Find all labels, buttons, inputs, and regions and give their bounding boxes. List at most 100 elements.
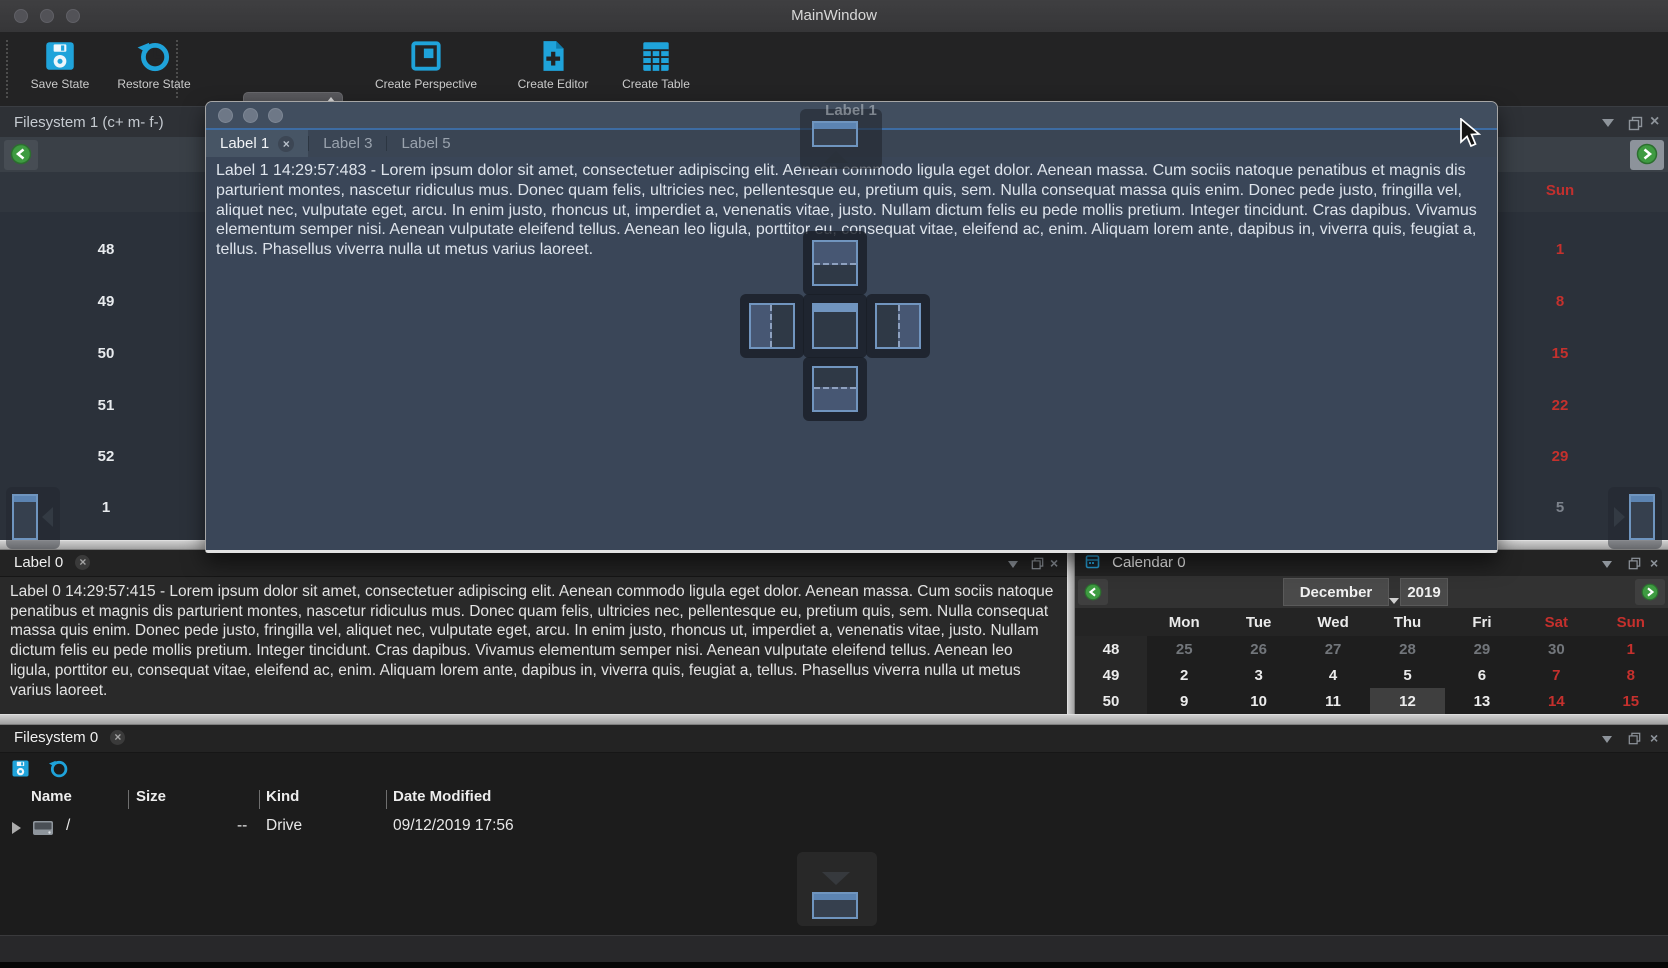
create-editor-button[interactable]: Create Editor [504,36,602,91]
calendar-day-cell[interactable]: 22 [1528,397,1592,414]
undock-button[interactable] [1628,557,1641,575]
calendar-day-cell[interactable]: 9 [1147,688,1221,714]
tab-label5[interactable]: Label 5 [387,130,464,157]
create-table-button[interactable]: Create Table [608,36,704,91]
create-perspective-button[interactable]: Create Perspective [358,36,494,91]
drop-indicator-center[interactable] [803,294,867,358]
tab-label1-text: Label 1 [220,135,269,152]
calendar-day-cell[interactable]: 3 [1221,662,1295,688]
window-titlebar[interactable]: MainWindow [0,0,1668,33]
column-kind[interactable]: Kind [266,788,299,805]
month-dropdown[interactable]: December [1283,578,1389,606]
calendar-day-cell[interactable]: 29 [1445,636,1519,662]
arrow-up-icon [824,151,848,163]
vertical-splitter[interactable] [1067,550,1075,714]
calendar-day-cell[interactable]: 7 [1519,662,1593,688]
restore-state-button[interactable]: Restore State [106,36,202,91]
tab-list-dropdown-button[interactable] [1602,119,1614,127]
dock-center-icon [812,303,858,349]
fs-save-button[interactable] [10,758,31,784]
tab-calendar0[interactable]: Calendar 0 [1075,550,1192,576]
label0-tabbar: Label 0 × × [0,550,1067,577]
horizontal-splitter[interactable] [0,714,1668,725]
day-header-corner [1075,608,1147,636]
maximize-window-button[interactable] [268,108,283,123]
tab-calendar0-text: Calendar 0 [1112,554,1185,571]
calendar-day-cell[interactable]: 5 [1528,499,1592,516]
column-size[interactable]: Size [136,788,166,805]
toolbar-handle[interactable] [6,40,8,98]
close-tab-button[interactable]: × [75,555,90,570]
close-panel-button[interactable]: × [1050,555,1058,571]
calendar-day-cell[interactable]: 2 [1147,662,1221,688]
undock-button[interactable] [1628,732,1641,750]
day-header-sun: Sun [1594,608,1668,636]
undock-button[interactable] [1628,116,1643,136]
calendar-day-cell[interactable]: 28 [1370,636,1444,662]
calendar-day-cell[interactable]: 30 [1519,636,1593,662]
prev-month-button[interactable] [4,140,38,170]
arrow-right-icon [1614,507,1625,527]
close-tab-button[interactable]: × [110,730,125,745]
calendar-day-cell[interactable]: 26 [1221,636,1295,662]
column-name[interactable]: Name [31,788,72,805]
filesystem0-tabbar: Filesystem 0 × × [0,725,1668,753]
arrow-left-icon [10,143,32,165]
calendar-day-cell[interactable]: 1 [1594,636,1668,662]
prev-month-button[interactable] [1078,579,1108,605]
close-window-button[interactable] [218,108,233,123]
calendar-day-cell[interactable]: 4 [1296,662,1370,688]
save-state-button[interactable]: Save State [18,36,102,91]
calendar-day-cell[interactable]: 15 [1594,688,1668,714]
next-month-button[interactable] [1630,140,1664,170]
calendar-day-cell[interactable]: 8 [1594,662,1668,688]
calendar-day-cell[interactable]: 10 [1221,688,1295,714]
calendar-day-cell[interactable]: 13 [1445,688,1519,714]
minimize-window-button[interactable] [243,108,258,123]
drive-icon [32,818,54,838]
tab-label0[interactable]: Label 0 × [0,550,96,576]
undock-icon [1628,116,1643,131]
day-header-tue: Tue [1221,608,1295,636]
tab-label3[interactable]: Label 3 [309,130,386,157]
close-panel-button[interactable]: × [1650,555,1658,571]
save-icon [10,758,31,779]
tab-list-dropdown-button[interactable] [1602,561,1612,568]
calendar-day-cell[interactable]: 5 [1370,662,1444,688]
disclosure-triangle-icon[interactable] [12,822,21,834]
next-month-button[interactable] [1635,579,1665,605]
dock-title: Filesystem 1 (c+ m- f-) [14,107,164,138]
calendar-day-cell[interactable]: 25 [1147,636,1221,662]
tab-label5-text: Label 5 [401,135,450,152]
calendar-day-cell-selected[interactable]: 12 [1370,688,1444,714]
close-panel-button[interactable]: × [1650,730,1658,746]
calendar-day-cell[interactable]: 29 [1528,448,1592,465]
close-tab-button[interactable]: × [278,136,294,152]
calendar-day-cell[interactable]: 27 [1296,636,1370,662]
calendar-day-cell[interactable]: 1 [1528,241,1592,258]
save-icon [42,38,78,74]
drop-indicator-right[interactable] [866,294,930,358]
tab-label1[interactable]: Label 1 × [206,130,308,157]
chevron-down-icon [1602,119,1614,127]
week-number: 49 [1075,662,1147,688]
calendar-day-cell[interactable]: 15 [1528,345,1592,362]
fs-restore-button[interactable] [48,758,69,784]
calendar-day-cell[interactable]: 11 [1296,688,1370,714]
calendar-day-cell[interactable]: 8 [1528,293,1592,310]
calendar-day-cell[interactable]: 6 [1445,662,1519,688]
tab-filesystem0[interactable]: Filesystem 0 × [0,725,131,751]
day-header-mon: Mon [1147,608,1221,636]
undock-button[interactable] [1031,557,1044,575]
tab-list-dropdown-button[interactable] [1602,736,1612,743]
close-dock-button[interactable]: × [1650,114,1659,130]
drop-indicator-bottom[interactable] [803,357,867,421]
tab-list-dropdown-button[interactable] [1008,561,1018,568]
day-header-fri: Fri [1445,608,1519,636]
drop-indicator-top[interactable] [803,231,867,295]
column-date-modified[interactable]: Date Modified [393,788,491,805]
year-button[interactable]: 2019 [1400,578,1448,606]
fs-table-row[interactable]: / -- Drive 09/12/2019 17:56 [0,814,1668,842]
calendar-day-cell[interactable]: 14 [1519,688,1593,714]
drop-indicator-left[interactable] [740,294,804,358]
